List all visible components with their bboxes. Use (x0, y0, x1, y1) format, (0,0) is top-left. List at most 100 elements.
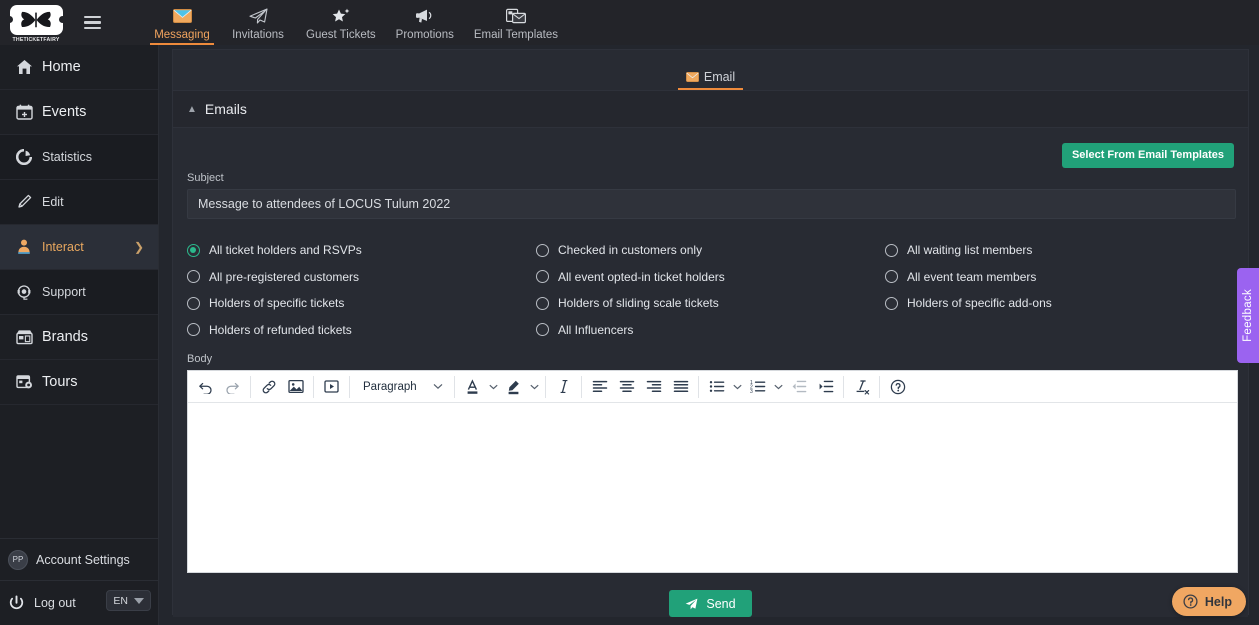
radio-holders-of-specific-tickets[interactable]: Holders of specific tickets (187, 290, 536, 317)
clear-formatting-icon[interactable] (848, 374, 875, 400)
send-button[interactable]: Send (669, 590, 752, 617)
radio-all-pre-registered-customers[interactable]: All pre-registered customers (187, 264, 536, 291)
send-row: Send (187, 573, 1234, 617)
account-settings-item[interactable]: PP Account Settings (0, 538, 159, 580)
send-button-label: Send (706, 596, 736, 611)
paper-plane-icon (685, 598, 698, 610)
home-icon (16, 59, 42, 75)
radio-indicator[interactable] (187, 270, 200, 284)
block-format-select[interactable]: Paragraph (354, 376, 450, 398)
editor-canvas[interactable] (188, 403, 1237, 572)
emails-section-header[interactable]: ▲ Emails (173, 90, 1248, 128)
sidebar-item-home[interactable]: Home (0, 45, 158, 90)
media-icon[interactable] (318, 374, 345, 400)
radio-indicator[interactable] (187, 243, 200, 257)
select-from-email-templates-button[interactable]: Select From Email Templates (1061, 142, 1234, 168)
mail-template-icon (505, 6, 526, 26)
bullet-list-icon[interactable] (703, 374, 730, 400)
italic-icon[interactable] (550, 374, 577, 400)
image-icon[interactable] (282, 374, 309, 400)
calendar-icon (16, 104, 42, 120)
outdent-icon[interactable] (785, 374, 812, 400)
nav-item-promotions[interactable]: Promotions (386, 0, 464, 45)
radio-indicator[interactable] (536, 296, 549, 310)
radio-all-ticket-holders-and-rsvps[interactable]: All ticket holders and RSVPs (187, 237, 536, 264)
sidebar-item-support[interactable]: Support (0, 270, 158, 315)
language-selector[interactable]: EN (106, 590, 151, 611)
numbered-list-icon[interactable]: 123 (744, 374, 771, 400)
sidebar-item-statistics[interactable]: Statistics (0, 135, 158, 180)
link-icon[interactable] (255, 374, 282, 400)
align-left-icon[interactable] (586, 374, 613, 400)
radio-indicator[interactable] (536, 270, 549, 284)
sidebar-item-interact[interactable]: Interact ❯ (0, 225, 158, 270)
chevron-down-icon[interactable] (486, 374, 500, 400)
chevron-up-icon[interactable]: ▲ (187, 104, 197, 115)
svg-text:3: 3 (750, 389, 753, 393)
toolbar-divider (313, 375, 314, 398)
radio-indicator[interactable] (885, 243, 898, 257)
tab-email[interactable]: Email (677, 70, 744, 90)
radio-indicator[interactable] (536, 323, 549, 337)
indent-icon[interactable] (812, 374, 839, 400)
text-color-icon[interactable] (459, 374, 486, 400)
sidebar-item-label: Events (42, 104, 87, 120)
sidebar-item-label: Brands (42, 329, 88, 345)
email-form: Select From Email Templates Subject All … (173, 128, 1248, 617)
nav-item-label: Messaging (154, 29, 210, 41)
help-icon[interactable] (884, 374, 911, 400)
hamburger-icon[interactable] (72, 15, 112, 30)
radio-label: All event opted-in ticket holders (558, 269, 725, 284)
radio-all-event-opted-in-ticket-holders[interactable]: All event opted-in ticket holders (536, 264, 885, 291)
undo-icon[interactable] (192, 374, 219, 400)
nav-item-email-templates[interactable]: Email Templates (464, 0, 568, 45)
radio-checked-in-customers-only[interactable]: Checked in customers only (536, 237, 885, 264)
radio-all-influencers[interactable]: All Influencers (536, 317, 885, 344)
align-justify-icon[interactable] (667, 374, 694, 400)
sidebar-item-label: Interact (42, 240, 84, 254)
sidebar: Home Events Statistics Edit Interact ❯ S… (0, 45, 159, 625)
radio-holders-of-refunded-tickets[interactable]: Holders of refunded tickets (187, 317, 536, 344)
subject-input[interactable] (187, 189, 1236, 219)
block-format-value: Paragraph (363, 380, 417, 393)
align-right-icon[interactable] (640, 374, 667, 400)
sidebar-item-brands[interactable]: Brands (0, 315, 158, 360)
chevron-down-icon[interactable] (730, 374, 744, 400)
radio-holders-of-specific-add-ons[interactable]: Holders of specific add-ons (885, 290, 1234, 317)
radio-indicator[interactable] (536, 243, 549, 257)
nav-item-invitations[interactable]: Invitations (220, 0, 296, 45)
sidebar-item-label: Support (42, 285, 86, 299)
brand-logo[interactable]: THETICKETFAIRY (0, 0, 72, 45)
radio-indicator[interactable] (885, 270, 898, 284)
radio-all-event-team-members[interactable]: All event team members (885, 264, 1234, 291)
redo-icon[interactable] (219, 374, 246, 400)
align-center-icon[interactable] (613, 374, 640, 400)
nav-item-messaging[interactable]: Messaging (144, 0, 220, 45)
envelope-icon (685, 72, 699, 82)
chevron-down-icon[interactable] (771, 374, 785, 400)
template-button-row: Select From Email Templates (187, 128, 1234, 172)
radio-indicator[interactable] (187, 296, 200, 310)
sidebar-item-label: Statistics (42, 150, 93, 164)
tab-label: Email (703, 70, 736, 84)
logout-row: Log out EN (0, 580, 159, 625)
chevron-down-icon[interactable] (527, 374, 541, 400)
radio-indicator[interactable] (187, 323, 200, 337)
feedback-tab[interactable]: Feedback (1237, 268, 1259, 363)
editor-toolbar: Paragraph 1 2 3 (188, 371, 1237, 403)
toolbar-divider (698, 375, 699, 398)
radio-all-waiting-list-members[interactable]: All waiting list members (885, 237, 1234, 264)
radio-holders-of-sliding-scale-tickets[interactable]: Holders of sliding scale tickets (536, 290, 885, 317)
sidebar-item-events[interactable]: Events (0, 90, 158, 135)
sidebar-item-tours[interactable]: Tours (0, 360, 158, 405)
help-button[interactable]: Help (1171, 587, 1246, 616)
user-interact-icon (16, 239, 42, 255)
account-settings-label: Account Settings (36, 552, 130, 567)
sidebar-item-edit[interactable]: Edit (0, 180, 158, 225)
logout-label[interactable]: Log out (34, 596, 76, 610)
butterfly-icon (21, 11, 51, 27)
nav-item-guest-tickets[interactable]: Guest Tickets (296, 0, 386, 45)
highlight-color-icon[interactable] (500, 374, 527, 400)
power-icon[interactable] (8, 594, 25, 612)
radio-indicator[interactable] (885, 296, 898, 310)
